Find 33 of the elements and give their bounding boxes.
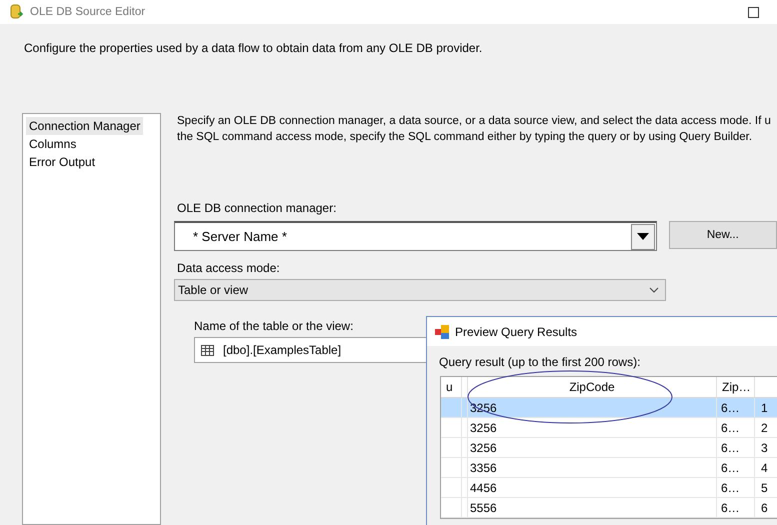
table-cell: 3256 [468,418,717,438]
chevron-icon [649,287,659,293]
table-cell: 1 [755,398,777,418]
database-icon [10,4,24,20]
page-list-item[interactable]: Columns [26,135,80,153]
dropdown-button[interactable] [630,224,655,250]
field-label: Name of the table or the view: [194,319,354,333]
table-cell: 6… [717,418,755,438]
table-cell: 6… [717,478,755,498]
page-list-item[interactable]: Error Output [26,153,98,171]
table-cell: 3256 [468,438,717,458]
table-cell: 6… [717,498,755,518]
table-cell: 3356 [468,458,717,478]
description-text: Configure the properties used by a data flow to obtain data from any OLE DB provider. [23,40,484,57]
table-cell: 6… [717,458,755,478]
maximize-icon[interactable] [748,6,759,18]
new-button[interactable]: New... [668,221,777,249]
table-cell: 4456 [468,478,717,498]
field-label: OLE DB connection manager: [177,201,336,215]
connection-manager-combo[interactable]: * Server Name * [174,221,657,251]
field-label: Data access mode: [177,261,280,275]
page-list-item[interactable]: Connection Manager [26,117,144,135]
table-cell: 6… [717,438,755,458]
instructions-text: Specify an OLE DB connection manager, a data source, or a data source view, and select the data access mode. If u [177,114,772,129]
caret-icon [636,233,649,240]
dialog-title: Preview Query Results [455,324,578,338]
table-cell: 6… [717,398,755,418]
instructions-text: the SQL command access mode, specify the SQL command either by typing the query or by using Query Builder. [177,130,754,145]
window-title: OLE DB Source Editor [30,6,146,18]
access-mode-dropdown[interactable]: Table or view [174,279,666,301]
app-icon [435,324,449,338]
table-icon [201,344,214,356]
table-cell: 5556 [468,498,717,518]
